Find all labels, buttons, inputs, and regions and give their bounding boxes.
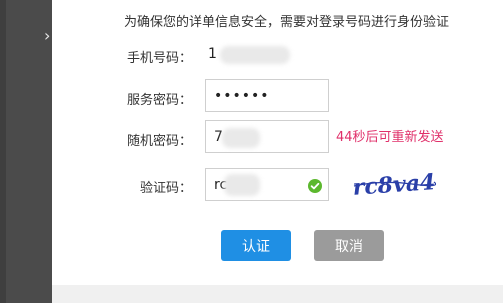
background-panel: › bbox=[0, 0, 52, 303]
chevron-right-icon[interactable]: › bbox=[44, 28, 50, 44]
service-password-input[interactable] bbox=[205, 79, 329, 112]
phone-label: 手机号码： bbox=[126, 51, 192, 66]
check-circle-icon bbox=[308, 179, 322, 193]
background-stripe bbox=[0, 0, 6, 303]
security-notice: 为确保您的详单信息安全，需要对登录号码进行身份验证 bbox=[124, 15, 450, 30]
captcha-image[interactable]: rc8va4 bbox=[352, 170, 436, 200]
confirm-button[interactable]: 认证 bbox=[221, 230, 291, 261]
service-password-label: 服务密码： bbox=[126, 93, 192, 108]
resend-countdown: 44秒后可重新发送 bbox=[336, 130, 444, 145]
random-password-masked bbox=[222, 128, 260, 148]
random-password-label: 随机密码： bbox=[126, 134, 192, 149]
cancel-button[interactable]: 取消 bbox=[314, 230, 384, 261]
captcha-label: 验证码： bbox=[139, 181, 192, 196]
phone-masked bbox=[220, 46, 290, 64]
captcha-text: rc8va4 bbox=[352, 170, 436, 200]
captcha-input-masked bbox=[224, 174, 260, 196]
background-bottom bbox=[52, 285, 503, 303]
phone-value: 1 bbox=[208, 46, 217, 62]
